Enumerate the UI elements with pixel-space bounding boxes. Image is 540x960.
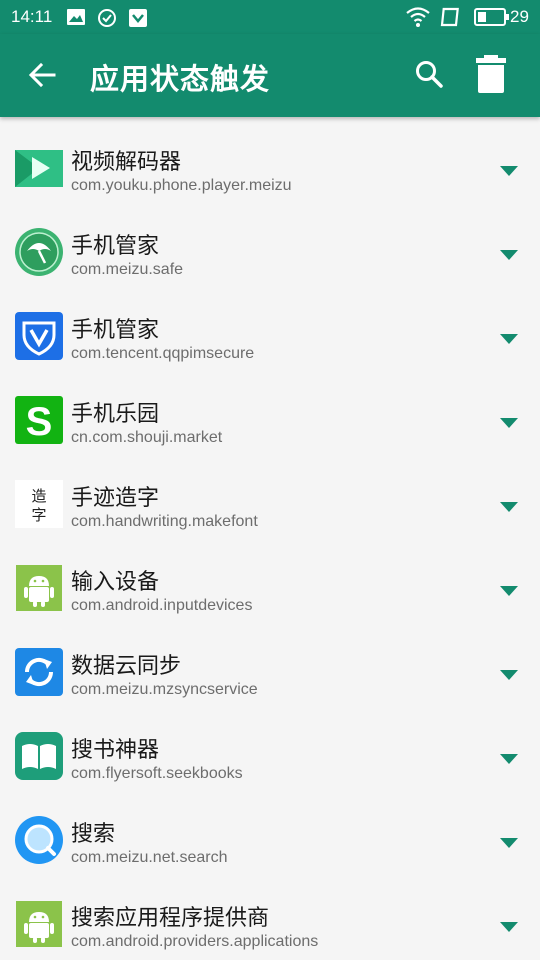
arrow-back-icon[interactable] (28, 61, 56, 93)
list-item[interactable]: 视频解码器 com.youku.phone.player.meizu (0, 117, 540, 201)
app-name: 手机管家 (71, 318, 160, 343)
search-icon[interactable] (414, 59, 444, 93)
shouji-market-icon: S (14, 395, 64, 445)
list-item[interactable]: 搜索应用程序提供商 com.android.providers.applicat… (0, 873, 540, 957)
list-item[interactable]: 数据云同步 com.meizu.mzsyncservice (0, 621, 540, 705)
status-bar: 14:11 29 (0, 0, 540, 34)
video-decoder-icon (14, 143, 64, 193)
image-notification-icon (66, 8, 86, 30)
status-time: 14:11 (11, 7, 53, 26)
app-name: 手迹造字 (71, 486, 160, 511)
app-package: com.meizu.mzsyncservice (71, 681, 258, 698)
sync-icon (14, 647, 64, 697)
list-item[interactable]: 搜书神器 com.flyersoft.seekbooks (0, 705, 540, 789)
app-name: 手机管家 (71, 234, 160, 259)
app-package: com.android.inputdevices (71, 597, 253, 614)
app-package: com.handwriting.makefont (71, 513, 258, 530)
android-icon (14, 899, 64, 949)
expand-arrow-icon[interactable] (500, 418, 518, 428)
list-item[interactable]: 造字 手迹造字 com.handwriting.makefont (0, 453, 540, 537)
app-package: com.youku.phone.player.meizu (71, 177, 292, 194)
sim-icon (440, 6, 462, 32)
app-name: 搜索应用程序提供商 (71, 906, 270, 931)
handwriting-icon: 造字 (14, 479, 64, 529)
app-package: com.meizu.net.search (71, 849, 228, 866)
app-name: 输入设备 (71, 570, 160, 595)
list-item[interactable]: 搜索 com.meizu.net.search (0, 789, 540, 873)
battery-icon (474, 6, 510, 32)
check-circle-icon (97, 8, 117, 32)
list-item[interactable]: 手机管家 com.tencent.qqpimsecure (0, 285, 540, 369)
expand-arrow-icon[interactable] (500, 502, 518, 512)
list-item[interactable]: S 手机乐园 cn.com.shouji.market (0, 369, 540, 453)
app-name: 搜书神器 (71, 738, 160, 763)
expand-arrow-icon[interactable] (500, 250, 518, 260)
battery-level: 29 (510, 7, 529, 26)
wifi-icon (405, 6, 431, 32)
app-name: 搜索 (71, 822, 116, 847)
app-package: com.tencent.qqpimsecure (71, 345, 255, 362)
app-bar: 应用状态触发 (0, 34, 540, 117)
android-icon (14, 563, 64, 613)
expand-arrow-icon[interactable] (500, 586, 518, 596)
app-name: 视频解码器 (71, 150, 182, 175)
expand-arrow-icon[interactable] (500, 838, 518, 848)
app-name: 手机乐园 (71, 402, 160, 427)
svg-text:造: 造 (31, 487, 46, 505)
list-item[interactable]: 手机管家 com.meizu.safe (0, 201, 540, 285)
app-package: cn.com.shouji.market (71, 429, 223, 446)
svg-text:S: S (26, 400, 53, 444)
page-title: 应用状态触发 (90, 62, 271, 96)
search-app-icon (14, 815, 64, 865)
app-package: com.meizu.safe (71, 261, 184, 278)
app-package: com.flyersoft.seekbooks (71, 765, 243, 782)
svg-text:字: 字 (31, 506, 46, 524)
app-list: 视频解码器 com.youku.phone.player.meizu 手机管家 … (0, 117, 540, 957)
shield-notification-icon (128, 8, 148, 32)
expand-arrow-icon[interactable] (500, 670, 518, 680)
meizu-safe-icon (14, 227, 64, 277)
app-name: 数据云同步 (71, 654, 182, 679)
list-item[interactable]: 输入设备 com.android.inputdevices (0, 537, 540, 621)
expand-arrow-icon[interactable] (500, 166, 518, 176)
expand-arrow-icon[interactable] (500, 754, 518, 764)
expand-arrow-icon[interactable] (500, 334, 518, 344)
tencent-shield-icon (14, 311, 64, 361)
book-icon (14, 731, 64, 781)
trash-icon[interactable] (475, 54, 507, 98)
expand-arrow-icon[interactable] (500, 922, 518, 932)
app-package: com.android.providers.applications (71, 933, 319, 950)
